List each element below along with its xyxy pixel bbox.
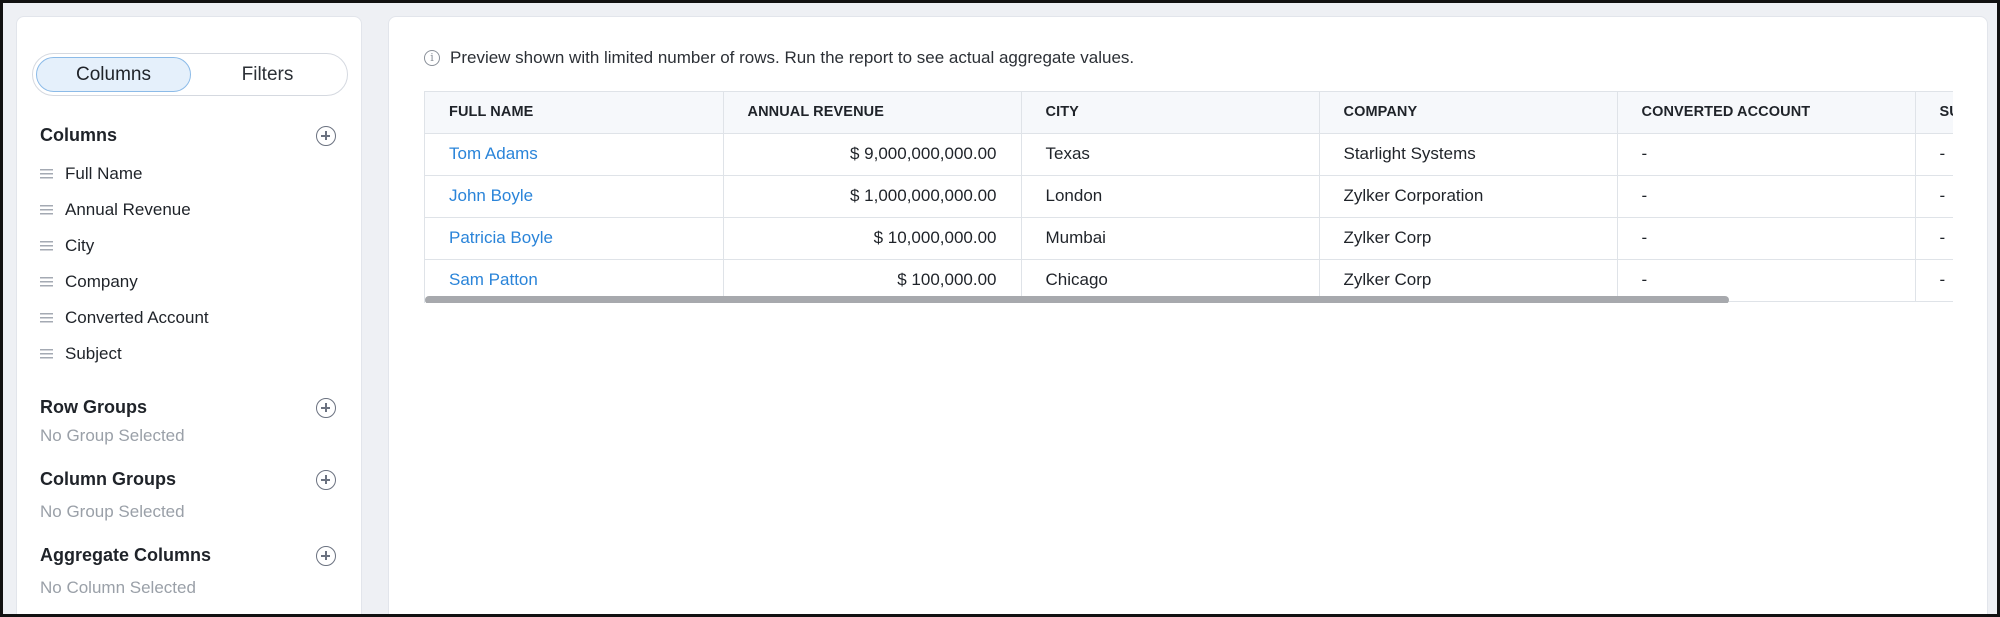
drag-handle-icon[interactable] [40, 313, 53, 323]
column-header[interactable]: SUBJECT [1915, 92, 1953, 134]
column-item[interactable]: Full Name [40, 161, 320, 187]
report-preview-table: FULL NAME ANNUAL REVENUE CITY COMPANY CO… [424, 91, 1953, 303]
table-row: John Boyle $ 1,000,000,000.00 London Zyl… [425, 175, 1953, 218]
column-item[interactable]: Company [40, 269, 320, 295]
column-item-label: Subject [65, 344, 122, 363]
table-row: Sam Patton $ 100,000.00 Chicago Zylker C… [425, 259, 1953, 302]
city-cell: Mumbai [1021, 217, 1320, 260]
filters-tab[interactable]: Filters [190, 57, 345, 92]
add-row-group-icon[interactable] [316, 398, 336, 418]
horizontal-scrollbar[interactable] [425, 296, 1729, 303]
city-cell: Texas [1021, 133, 1320, 176]
annual-revenue-cell: $ 9,000,000,000.00 [723, 133, 1022, 176]
drag-handle-icon[interactable] [40, 205, 53, 215]
row-groups-empty: No Group Selected [40, 426, 185, 445]
column-header[interactable]: FULL NAME [425, 92, 724, 134]
column-header[interactable]: CONVERTED ACCOUNT [1617, 92, 1916, 134]
column-item-label: Company [65, 272, 138, 291]
report-builder: Columns Filters Columns Full Name Annual… [0, 0, 2000, 617]
column-groups-title: Column Groups [40, 469, 176, 489]
aggregate-columns-title: Aggregate Columns [40, 545, 212, 565]
subject-cell: - [1915, 175, 1953, 218]
add-aggregate-column-icon[interactable] [316, 546, 336, 566]
column-header[interactable]: ANNUAL REVENUE [723, 92, 1022, 134]
columns-filters-toggle: Columns Filters [32, 53, 348, 96]
converted-account-cell: - [1617, 217, 1916, 260]
annual-revenue-cell: $ 1,000,000,000.00 [723, 175, 1022, 218]
columns-tab[interactable]: Columns [36, 57, 191, 92]
column-item-label: Full Name [65, 164, 143, 183]
column-groups-empty: No Group Selected [40, 502, 185, 521]
annual-revenue-cell: $ 100,000.00 [723, 259, 1022, 302]
converted-account-cell: - [1617, 259, 1916, 302]
company-cell: Zylker Corporation [1319, 175, 1618, 218]
column-item-label: Annual Revenue [65, 200, 191, 219]
columns-section-title: Columns [40, 125, 118, 145]
subject-cell: - [1915, 259, 1953, 302]
company-cell: Zylker Corp [1319, 259, 1618, 302]
column-header[interactable]: COMPANY [1319, 92, 1618, 134]
preview-panel: i Preview shown with limited number of r… [388, 16, 1988, 614]
converted-account-cell: - [1617, 175, 1916, 218]
row-groups-title: Row Groups [40, 397, 147, 417]
company-cell: Zylker Corp [1319, 217, 1618, 260]
drag-handle-icon[interactable] [40, 277, 53, 287]
full-name-link[interactable]: Tom Adams [449, 144, 538, 163]
full-name-link[interactable]: Sam Patton [449, 270, 538, 289]
column-item-label: City [65, 236, 95, 255]
preview-notice-text: Preview shown with limited number of row… [450, 48, 1135, 67]
full-name-link[interactable]: Patricia Boyle [449, 228, 553, 247]
drag-handle-icon[interactable] [40, 169, 53, 179]
column-item[interactable]: City [40, 233, 320, 259]
config-panel: Columns Filters Columns Full Name Annual… [16, 16, 362, 614]
column-item[interactable]: Subject [40, 341, 320, 367]
company-cell: Starlight Systems [1319, 133, 1618, 176]
column-item-label: Converted Account [65, 308, 209, 327]
table-row: Tom Adams $ 9,000,000,000.00 Texas Starl… [425, 133, 1953, 176]
subject-cell: - [1915, 133, 1953, 176]
converted-account-cell: - [1617, 133, 1916, 176]
subject-cell: - [1915, 217, 1953, 260]
full-name-link[interactable]: John Boyle [449, 186, 533, 205]
column-item[interactable]: Converted Account [40, 305, 320, 331]
table-row: Patricia Boyle $ 10,000,000.00 Mumbai Zy… [425, 217, 1953, 260]
info-icon: i [424, 50, 440, 66]
column-item[interactable]: Annual Revenue [40, 197, 320, 223]
table-header-row: FULL NAME ANNUAL REVENUE CITY COMPANY CO… [425, 92, 1953, 134]
city-cell: Chicago [1021, 259, 1320, 302]
preview-notice: i Preview shown with limited number of r… [424, 48, 1134, 68]
city-cell: London [1021, 175, 1320, 218]
column-header[interactable]: CITY [1021, 92, 1320, 134]
drag-handle-icon[interactable] [40, 349, 53, 359]
drag-handle-icon[interactable] [40, 241, 53, 251]
add-column-icon[interactable] [316, 126, 336, 146]
annual-revenue-cell: $ 10,000,000.00 [723, 217, 1022, 260]
add-column-group-icon[interactable] [316, 470, 336, 490]
aggregate-columns-empty: No Column Selected [40, 578, 196, 597]
